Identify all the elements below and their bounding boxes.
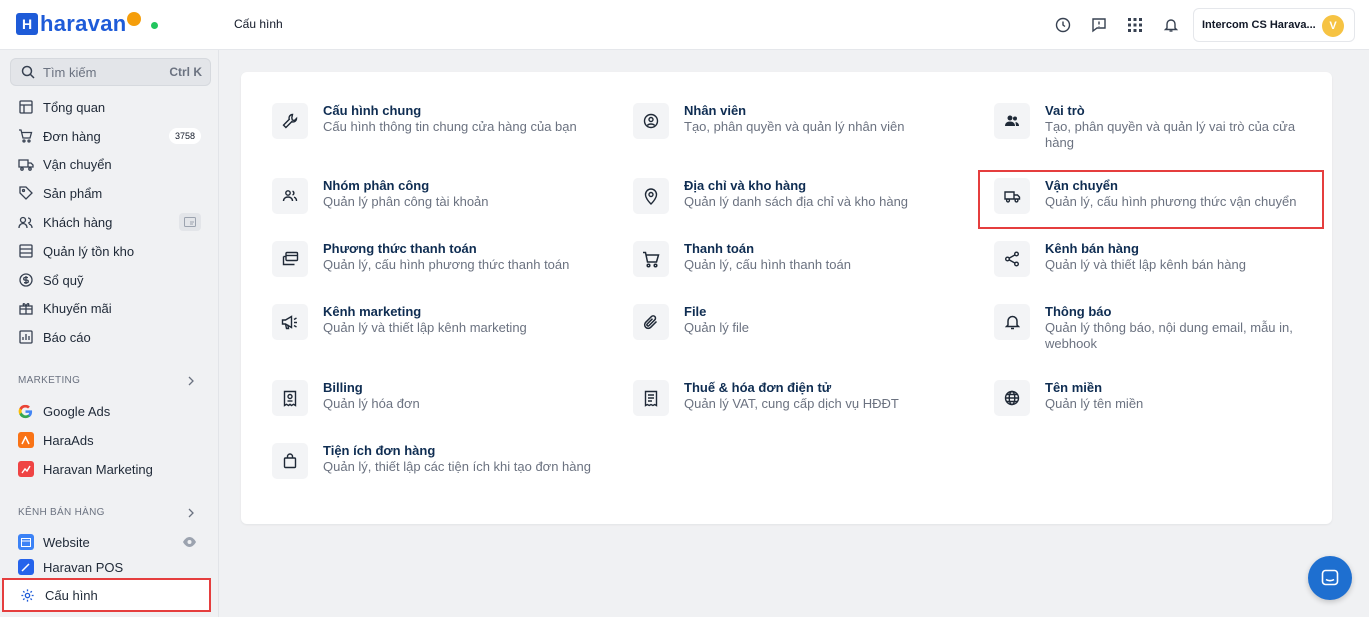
payment-card-icon [272, 241, 308, 277]
tile-tax-einvoice[interactable]: Thuế & hóa đơn điện tử Quản lý VAT, cung … [633, 380, 963, 416]
sidebar-item-orders[interactable]: Đơn hàng 3758 [10, 123, 211, 149]
online-status-dot [151, 22, 158, 29]
tile-billing[interactable]: Billing Quản lý hóa đơn [272, 380, 602, 416]
search-icon [21, 65, 35, 79]
logo-text: haravan [40, 11, 127, 36]
megaphone-icon [272, 304, 308, 340]
report-icon [17, 329, 34, 346]
haravan-logo[interactable]: H haravan [16, 8, 142, 40]
sidebar-item-haravan-pos[interactable]: Haravan POS [10, 558, 211, 576]
chevron-right-icon[interactable] [187, 508, 195, 518]
chat-icon [1321, 569, 1339, 586]
tile-files[interactable]: File Quản lý file [633, 304, 963, 340]
paperclip-icon [633, 304, 669, 340]
section-title-sales-channels: KÊNH BÁN HÀNG [18, 507, 105, 518]
wrench-icon [272, 103, 308, 139]
notification-bell-icon[interactable] [1161, 15, 1181, 35]
haraads-icon [17, 432, 34, 449]
search-input[interactable]: Tìm kiếm Ctrl K [10, 58, 211, 86]
cart-icon [17, 128, 34, 145]
sidebar-item-haravan-marketing[interactable]: Haravan Marketing [10, 456, 211, 482]
sidebar-item-settings[interactable]: Cấu hình [2, 578, 211, 612]
sidebar-item-promotions[interactable]: Khuyến mãi [10, 295, 211, 321]
sidebar: Tìm kiếm Ctrl K Tổng quan Đơn hàng 3758 … [0, 50, 219, 617]
sidebar-item-cashbook[interactable]: Sổ quỹ [10, 267, 211, 293]
sidebar-item-customers[interactable]: Khách hàng [10, 209, 211, 235]
google-icon [17, 403, 34, 420]
sidebar-item-google-ads[interactable]: Google Ads [10, 398, 211, 424]
receipt-icon [272, 380, 308, 416]
sidebar-item-products[interactable]: Sản phẩm [10, 180, 211, 206]
roles-icon [994, 103, 1030, 139]
website-icon [17, 534, 34, 551]
search-shortcut: Ctrl K [169, 65, 202, 79]
eye-icon[interactable] [182, 535, 197, 553]
tile-roles[interactable]: Vai trò Tạo, phân quyền và quản lý vai tr… [994, 103, 1324, 151]
top-header: H haravan Cấu hình Intercom CS Harava...… [0, 0, 1369, 50]
sidebar-item-haraads[interactable]: HaraAds [10, 427, 211, 453]
breadcrumb: Cấu hình [234, 17, 283, 31]
tag-icon [17, 185, 34, 202]
history-icon[interactable] [1053, 15, 1073, 35]
tile-locations[interactable]: Địa chỉ và kho hàng Quản lý danh sách địa… [633, 178, 963, 214]
avatar: V [1322, 15, 1344, 37]
shopping-bag-icon [272, 443, 308, 479]
tile-staff[interactable]: Nhân viên Tạo, phân quyền và quản lý nhân… [633, 103, 963, 139]
mascot-icon [127, 12, 142, 26]
tile-sales-channels[interactable]: Kênh bán hàng Quản lý và thiết lập kênh b… [994, 241, 1324, 277]
account-menu[interactable]: Intercom CS Harava... V [1193, 8, 1355, 42]
dashboard-icon [17, 99, 34, 116]
user-circle-icon [633, 103, 669, 139]
sidebar-item-reports[interactable]: Báo cáo [10, 324, 211, 350]
tile-notifications[interactable]: Thông báo Quản lý thông báo, nội dung ema… [994, 304, 1324, 352]
tile-payment-methods[interactable]: Phương thức thanh toán Quản lý, cấu hình … [272, 241, 602, 277]
invoice-icon [633, 380, 669, 416]
tile-marketing-channels[interactable]: Kênh marketing Quản lý và thiết lập kênh … [272, 304, 602, 340]
bell-icon [994, 304, 1030, 340]
group-icon [272, 178, 308, 214]
location-pin-icon [633, 178, 669, 214]
gear-icon [19, 587, 36, 604]
tile-assignment-groups[interactable]: Nhóm phân công Quản lý phân công tài khoả… [272, 178, 602, 214]
shipping-tile-highlight [978, 170, 1324, 229]
sidebar-item-website[interactable]: Website [10, 529, 211, 555]
settings-card: Cấu hình chung Cấu hình thông tin chung c… [241, 72, 1332, 524]
globe-icon [994, 380, 1030, 416]
logo-mark: H [16, 13, 38, 35]
tile-general-settings[interactable]: Cấu hình chung Cấu hình thông tin chung c… [272, 103, 602, 139]
checkout-cart-icon [633, 241, 669, 277]
chevron-right-icon[interactable] [187, 376, 195, 386]
tile-domains[interactable]: Tên miền Quản lý tên miền [994, 380, 1324, 416]
section-title-marketing: MARKETING [18, 375, 81, 386]
chat-launcher-button[interactable] [1308, 556, 1352, 600]
inventory-icon [17, 243, 34, 260]
feedback-icon[interactable] [1089, 15, 1109, 35]
search-placeholder: Tìm kiếm [43, 64, 97, 80]
truck-icon [17, 156, 34, 173]
tile-checkout[interactable]: Thanh toán Quản lý, cấu hình thanh toán [633, 241, 963, 277]
apps-grid-icon[interactable] [1125, 15, 1145, 35]
orders-count-badge: 3758 [168, 128, 201, 144]
sidebar-item-inventory[interactable]: Quản lý tồn kho [10, 238, 211, 264]
gift-icon [17, 300, 34, 317]
users-icon [17, 214, 34, 231]
account-name: Intercom CS Harava... [1202, 19, 1316, 31]
customer-card-icon[interactable] [179, 213, 201, 231]
share-icon [994, 241, 1030, 277]
sidebar-item-overview[interactable]: Tổng quan [10, 94, 211, 120]
haravan-marketing-icon [17, 461, 34, 478]
pos-icon [17, 559, 34, 576]
sidebar-item-shipping[interactable]: Vận chuyển [10, 151, 211, 177]
tile-order-utilities[interactable]: Tiện ích đơn hàng Quản lý, thiết lập các … [272, 443, 602, 479]
cashbook-icon [17, 272, 34, 289]
